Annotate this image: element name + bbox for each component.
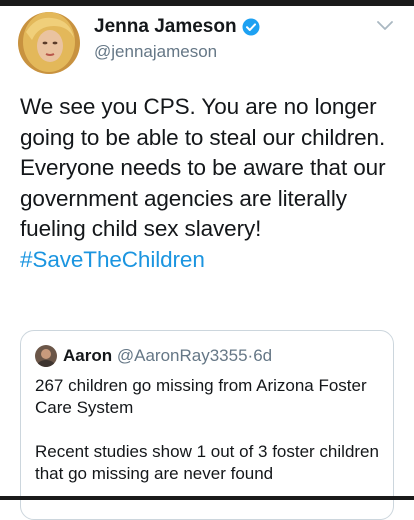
hashtag-link[interactable]: #SaveTheChildren — [20, 247, 205, 272]
tweet-text: We see you CPS. You are no longer going … — [20, 92, 400, 275]
quoted-paragraph: 267 children go missing from Arizona Fos… — [35, 376, 367, 417]
display-name-row[interactable]: Jenna Jameson — [94, 16, 260, 38]
bottom-edge-bar — [0, 496, 414, 500]
chevron-down-icon[interactable] — [376, 18, 394, 32]
verified-badge-icon — [242, 18, 260, 36]
user-handle[interactable]: @jennajameson — [94, 42, 217, 62]
quoted-handle[interactable]: @AaronRay3355 — [117, 346, 248, 365]
quoted-avatar[interactable] — [35, 345, 57, 367]
top-edge-bar — [0, 0, 414, 6]
quoted-header: Aaron @AaronRay3355·6d — [63, 345, 272, 367]
quoted-time[interactable]: 6d — [253, 346, 272, 365]
quoted-paragraph: Recent studies show 1 out of 3 foster ch… — [35, 442, 379, 483]
quoted-tweet[interactable]: Aaron @AaronRay3355·6d 267 children go m… — [20, 330, 394, 520]
display-name[interactable]: Jenna Jameson — [94, 16, 237, 38]
tweet-body: We see you CPS. You are no longer going … — [20, 94, 386, 241]
avatar[interactable] — [18, 12, 80, 74]
quoted-text: 267 children go missing from Arizona Fos… — [35, 375, 385, 507]
quoted-display-name[interactable]: Aaron — [63, 346, 112, 365]
